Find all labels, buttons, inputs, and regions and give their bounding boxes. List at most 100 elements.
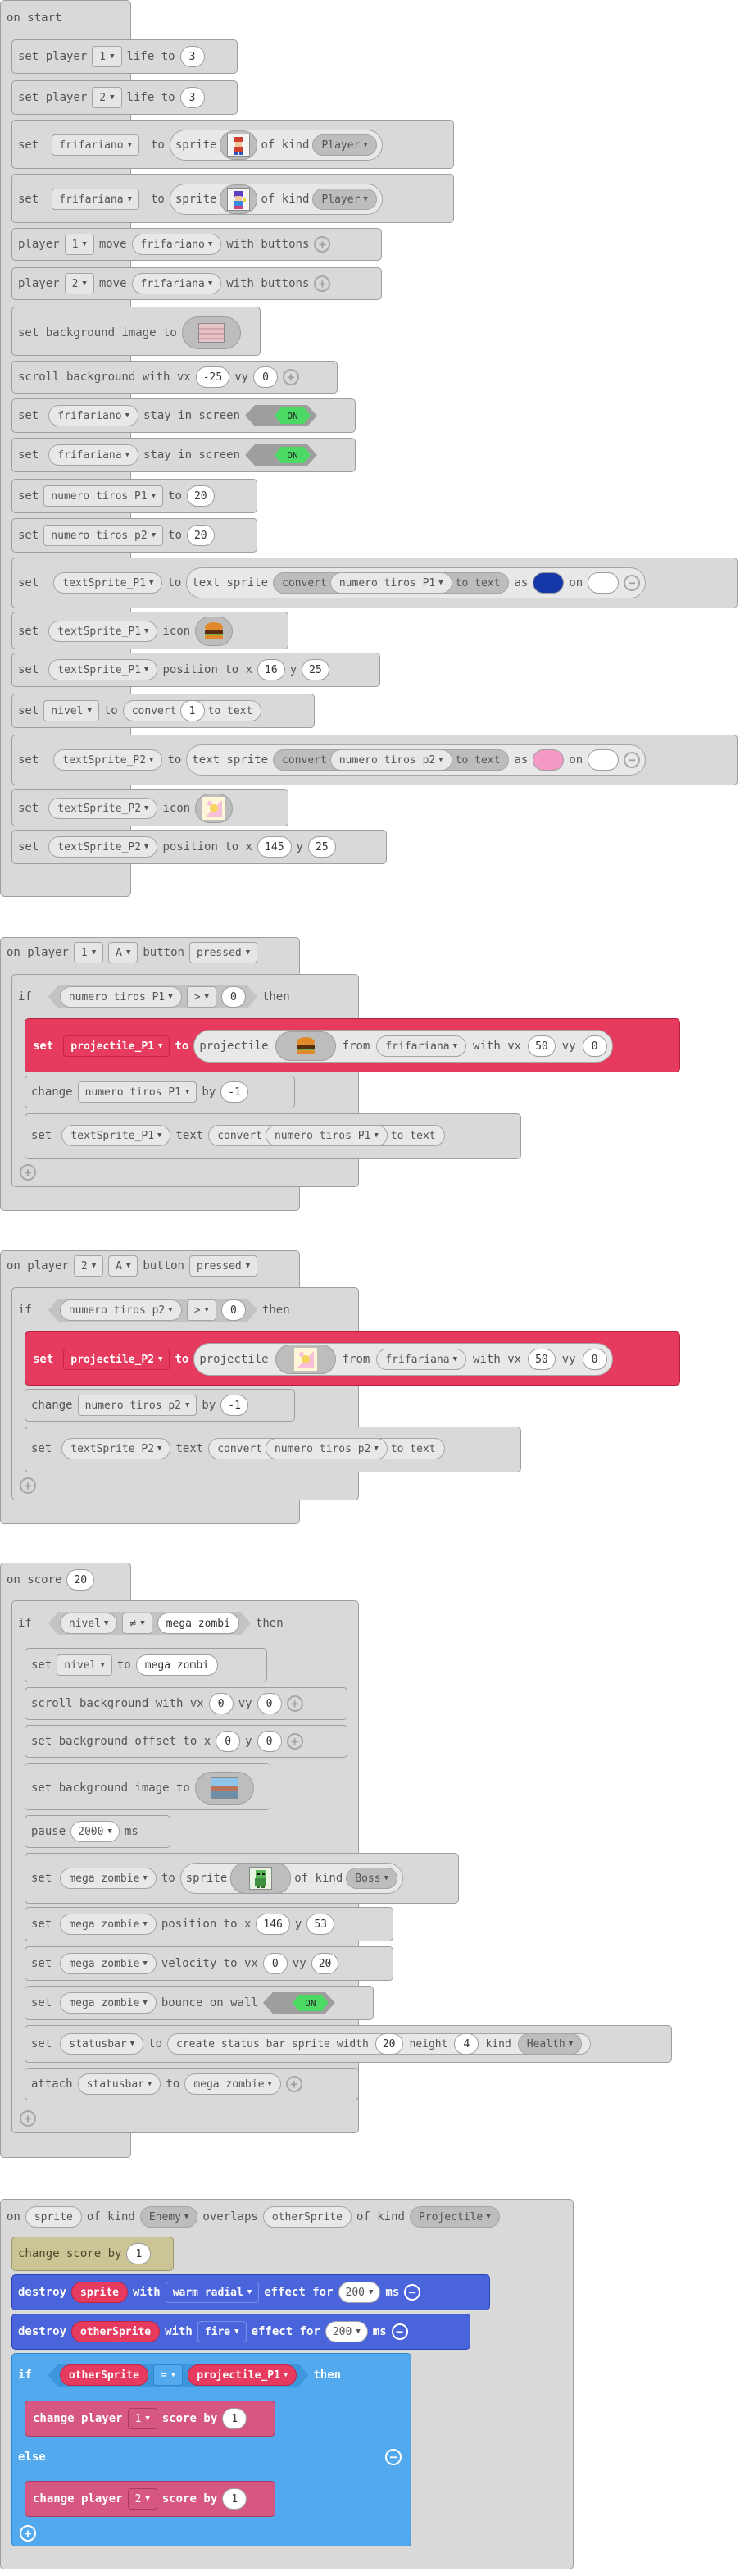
toggle-switch[interactable]: ON <box>245 444 317 466</box>
vx-input[interactable]: 50 <box>528 1349 556 1370</box>
variable-dropdown[interactable]: numero tiros p2 ▼ <box>77 1395 197 1416</box>
y-input[interactable]: 25 <box>307 836 336 858</box>
vy-input[interactable]: 0 <box>582 1035 607 1057</box>
event-dropdown[interactable]: pressed ▼ <box>188 1255 258 1277</box>
expand-plus-icon[interactable]: + <box>285 2076 302 2092</box>
x-input[interactable]: 0 <box>216 1731 241 1752</box>
value-input[interactable]: 1 <box>126 2243 152 2264</box>
life-input[interactable]: 3 <box>179 46 205 67</box>
value-input[interactable]: 1 <box>179 700 205 721</box>
value-input[interactable]: 20 <box>186 525 215 546</box>
kind-dropdown[interactable]: Projectile ▼ <box>409 2206 500 2228</box>
button-dropdown[interactable]: A ▼ <box>108 1255 138 1277</box>
string-input[interactable]: mega zombi <box>157 1613 239 1634</box>
variable-dropdown[interactable]: numero tiros P1 ▼ <box>60 986 182 1008</box>
icon-image-picker[interactable] <box>195 794 234 823</box>
collapse-minus-icon[interactable]: − <box>404 2284 421 2301</box>
string-input[interactable]: mega zombi <box>135 1654 218 1676</box>
button-dropdown[interactable]: A ▼ <box>108 942 138 963</box>
y-input[interactable]: 0 <box>257 1731 282 1752</box>
sprite-variable[interactable]: sprite <box>71 2282 128 2303</box>
kind-dropdown[interactable]: Boss ▼ <box>346 1868 397 1889</box>
kind-dropdown[interactable]: Health ▼ <box>517 2033 583 2055</box>
expand-plus-icon[interactable]: + <box>286 1733 303 1750</box>
variable-dropdown[interactable]: textSprite_P1 ▼ <box>48 659 158 680</box>
player-dropdown[interactable]: 2 ▼ <box>73 1255 104 1277</box>
variable-dropdown[interactable]: frifariano ▼ <box>48 405 138 426</box>
foreground-color-swatch[interactable] <box>533 572 565 594</box>
on-start-hat[interactable]: on start <box>7 11 61 25</box>
vy-input[interactable]: 0 <box>582 1349 607 1370</box>
sprite-image-picker[interactable] <box>220 184 258 214</box>
sprite-reporter[interactable]: sprite of kind Player ▼ <box>169 184 383 215</box>
projectile-image-picker[interactable] <box>275 1345 336 1374</box>
variable-dropdown[interactable]: mega zombie ▼ <box>60 1914 157 1935</box>
projectile-reporter[interactable]: projectile from frifariana ▼ with vx 50 v… <box>193 1343 613 1376</box>
operator-dropdown[interactable]: = ▼ <box>153 2364 183 2386</box>
variable-dropdown[interactable]: mega zombie ▼ <box>60 1953 157 1974</box>
convert-reporter[interactable]: convert numero tiros p2 ▼ to text <box>273 749 510 771</box>
variable-dropdown[interactable]: textSprite_P2 ▼ <box>48 836 158 858</box>
y-input[interactable]: 53 <box>306 1914 334 1935</box>
background-color-swatch[interactable] <box>588 749 620 771</box>
variable-dropdown[interactable]: frifariana ▼ <box>376 1035 467 1057</box>
x-input[interactable]: 16 <box>257 659 285 680</box>
event-dropdown[interactable]: pressed ▼ <box>188 942 258 963</box>
variable-dropdown[interactable]: mega zombie ▼ <box>60 1868 157 1889</box>
vx-input[interactable]: 0 <box>262 1953 288 1974</box>
effect-dropdown[interactable]: warm radial ▼ <box>165 2282 260 2303</box>
collapse-minus-icon[interactable]: − <box>391 2323 408 2340</box>
collapse-minus-icon[interactable]: − <box>624 575 641 591</box>
sprite-param[interactable]: sprite <box>25 2206 82 2228</box>
convert-reporter[interactable]: convert numero tiros P1 ▼ to text <box>208 1125 445 1146</box>
vy-input[interactable]: 20 <box>311 1953 339 1974</box>
add-else-plus-icon[interactable]: + <box>20 2110 36 2127</box>
operator-dropdown[interactable]: > ▼ <box>187 1299 216 1321</box>
effect-dropdown[interactable]: fire ▼ <box>197 2321 247 2342</box>
sprite-variable[interactable]: otherSprite <box>60 2364 148 2386</box>
comparison-reporter[interactable]: numero tiros p2 ▼ > ▼ 0 <box>48 1299 257 1322</box>
variable-dropdown[interactable]: numero tiros P1 ▼ <box>43 485 164 507</box>
add-else-plus-icon[interactable]: + <box>20 1164 36 1181</box>
expand-plus-icon[interactable]: + <box>314 275 331 292</box>
variable-dropdown[interactable]: statusbar ▼ <box>77 2073 161 2095</box>
value-input[interactable]: 0 <box>221 986 246 1008</box>
player-dropdown[interactable]: 1 ▼ <box>73 942 104 963</box>
variable-dropdown[interactable]: textSprite_P2 ▼ <box>61 1438 171 1459</box>
background-color-swatch[interactable] <box>588 572 620 594</box>
variable-dropdown[interactable]: nivel ▼ <box>43 700 99 721</box>
vy-input[interactable]: 0 <box>253 366 279 388</box>
variable-dropdown[interactable]: textSprite_P2 ▼ <box>48 798 158 819</box>
value-input[interactable]: 1 <box>222 2408 247 2429</box>
width-input[interactable]: 20 <box>375 2033 403 2055</box>
pause-dropdown[interactable]: 2000 ▼ <box>70 1821 120 1842</box>
value-input[interactable]: 20 <box>186 485 215 507</box>
player-dropdown[interactable]: 2 ▼ <box>127 2488 157 2510</box>
variable-dropdown[interactable]: numero tiros P1 ▼ <box>265 1125 388 1146</box>
player-dropdown[interactable]: 2 ▼ <box>64 273 94 294</box>
convert-reporter[interactable]: convert 1 to text <box>122 700 262 721</box>
other-sprite-param[interactable]: otherSprite <box>262 2206 352 2228</box>
toggle-switch[interactable]: ON <box>263 1992 335 2014</box>
x-input[interactable]: 146 <box>256 1914 290 1935</box>
variable-dropdown[interactable]: textSprite_P1 ▼ <box>53 572 163 594</box>
height-input[interactable]: 4 <box>454 2033 479 2055</box>
variable-dropdown[interactable]: nivel ▼ <box>60 1613 118 1634</box>
sprite-variable[interactable]: otherSprite <box>71 2321 161 2342</box>
duration-dropdown[interactable]: 200 ▼ <box>325 2321 368 2342</box>
kind-dropdown[interactable]: Enemy ▼ <box>139 2206 198 2228</box>
sprite-reporter[interactable]: sprite of kind Boss ▼ <box>179 1863 403 1894</box>
variable-dropdown[interactable]: statusbar ▼ <box>60 2033 144 2055</box>
value-input[interactable]: 1 <box>222 2488 247 2510</box>
x-input[interactable]: 145 <box>257 836 292 858</box>
comparison-reporter[interactable]: nivel ▼ ≠ ▼ mega zombi <box>48 1612 251 1635</box>
score-input[interactable]: 20 <box>66 1569 95 1591</box>
collapse-minus-icon[interactable]: − <box>624 752 641 768</box>
player-dropdown[interactable]: 2 ▼ <box>92 87 122 108</box>
comparison-reporter[interactable]: otherSprite = ▼ projectile_P1 ▼ <box>48 2364 309 2387</box>
variable-dropdown[interactable]: frifariana ▼ <box>376 1349 467 1370</box>
value-input[interactable]: -1 <box>220 1395 248 1416</box>
player-dropdown[interactable]: 1 ▼ <box>127 2408 157 2429</box>
variable-dropdown[interactable]: mega zombie ▼ <box>60 1992 157 2014</box>
sprite-image-picker[interactable] <box>230 1863 292 1894</box>
